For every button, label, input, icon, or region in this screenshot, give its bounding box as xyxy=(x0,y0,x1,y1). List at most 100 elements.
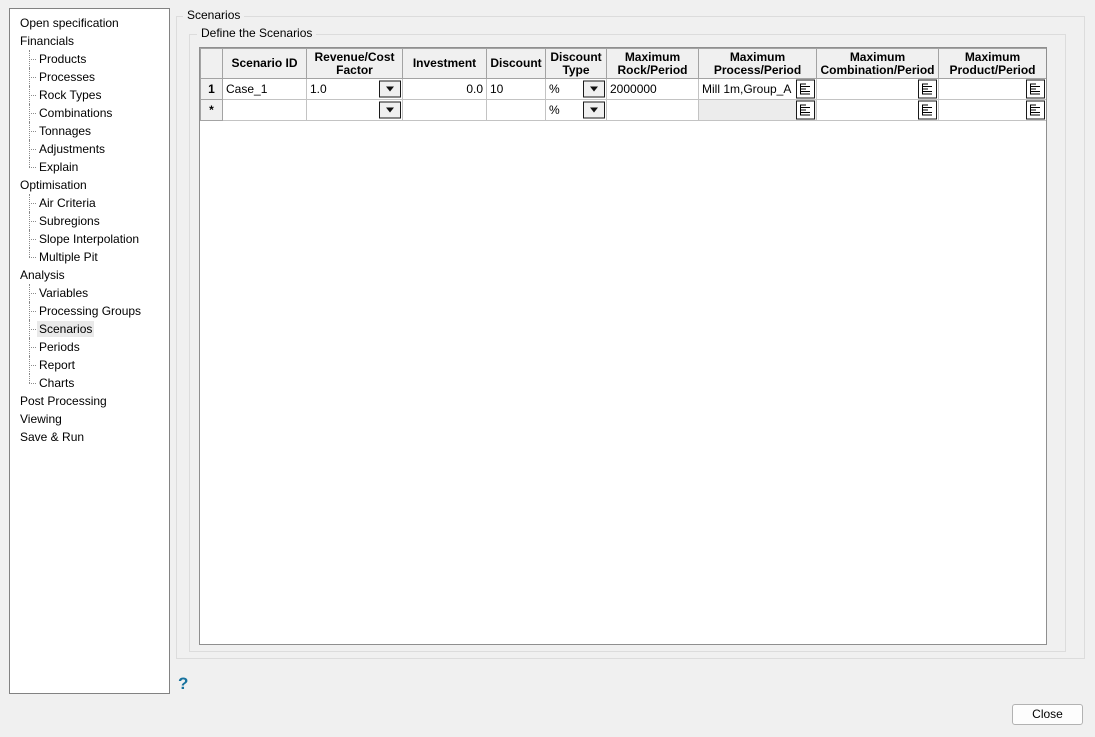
text-lines-icon xyxy=(800,104,810,116)
tree-item-label: Processes xyxy=(39,70,96,84)
cell-discount-type[interactable]: % xyxy=(545,78,607,100)
col-header-discount[interactable]: Discount xyxy=(486,48,546,79)
tree-item-label: Multiple Pit xyxy=(39,250,98,264)
col-header-discount-type[interactable]: Discount Type xyxy=(545,48,607,79)
tree-item-explain[interactable]: Explain xyxy=(10,158,169,176)
dropdown-button[interactable] xyxy=(379,80,401,98)
text-lines-icon xyxy=(800,83,810,95)
tree-item-rock-types[interactable]: Rock Types xyxy=(10,86,169,104)
cell-revenue-cost-factor[interactable] xyxy=(306,99,403,121)
cell-maximum-rock-period[interactable]: 2000000 xyxy=(606,78,699,100)
tree-item-open-specification[interactable]: Open specification xyxy=(10,14,169,32)
tree-item-label: Slope Interpolation xyxy=(39,232,140,246)
tree-item-combinations[interactable]: Combinations xyxy=(10,104,169,122)
cell-investment[interactable]: 0.0 xyxy=(402,78,487,100)
col-header-maximum-process-period[interactable]: Maximum Process/Period xyxy=(698,48,817,79)
col-header-investment[interactable]: Investment xyxy=(402,48,487,79)
header-row: Scenario ID Revenue/Cost Factor Investme… xyxy=(200,48,1046,79)
tree-item-viewing[interactable]: Viewing xyxy=(10,410,169,428)
scenarios-table: Scenario ID Revenue/Cost Factor Investme… xyxy=(200,48,1046,121)
tree-item-label: Adjustments xyxy=(39,142,106,156)
tree-item-label: Open specification xyxy=(20,16,119,30)
cell-editor-button[interactable] xyxy=(918,79,937,99)
cell-maximum-process-period[interactable] xyxy=(698,99,817,121)
cell-editor-button[interactable] xyxy=(1026,100,1045,120)
tree-item-label: Air Criteria xyxy=(39,196,96,210)
tree-item-label: Subregions xyxy=(39,214,100,228)
cell-editor-button[interactable] xyxy=(796,79,815,99)
table-row-1: 1 Case_1 1.0 0.0 10 % 2000000 Mill 1m,Gr… xyxy=(200,78,1046,100)
chevron-down-icon xyxy=(386,107,394,113)
tree-item-processes[interactable]: Processes xyxy=(10,68,169,86)
cell-maximum-rock-period[interactable] xyxy=(606,99,699,121)
tree-item-processing-groups[interactable]: Processing Groups xyxy=(10,302,169,320)
tree-item-label: Analysis xyxy=(20,268,65,282)
tree-item-label: Report xyxy=(39,358,76,372)
tree-item-charts[interactable]: Charts xyxy=(10,374,169,392)
cell-maximum-product-period[interactable] xyxy=(938,99,1046,121)
row-header-1[interactable]: 1 xyxy=(200,78,223,100)
table-new-row: * % xyxy=(200,99,1046,121)
scenarios-groupbox: Scenarios Define the Scenarios Scenario … xyxy=(176,8,1085,659)
text-lines-icon xyxy=(922,104,932,116)
tree-item-air-criteria[interactable]: Air Criteria xyxy=(10,194,169,212)
cell-editor-button[interactable] xyxy=(1026,79,1045,99)
tree-item-tonnages[interactable]: Tonnages xyxy=(10,122,169,140)
cell-value: % xyxy=(549,103,560,117)
scenarios-groupbox-label: Scenarios xyxy=(183,8,245,23)
scenarios-grid-panel: Scenario ID Revenue/Cost Factor Investme… xyxy=(199,47,1047,645)
col-header-scenario-id[interactable]: Scenario ID xyxy=(222,48,307,79)
col-header-maximum-combination-period[interactable]: Maximum Combination/Period xyxy=(816,48,939,79)
tree-item-scenarios[interactable]: Scenarios xyxy=(10,320,169,338)
cell-maximum-process-period[interactable]: Mill 1m,Group_A xyxy=(698,78,817,100)
tree-item-slope-interpolation[interactable]: Slope Interpolation xyxy=(10,230,169,248)
tree-item-report[interactable]: Report xyxy=(10,356,169,374)
cell-discount[interactable]: 10 xyxy=(486,78,546,100)
tree-item-label: Periods xyxy=(39,340,80,354)
tree-item-label: Optimisation xyxy=(20,178,87,192)
dropdown-button[interactable] xyxy=(583,80,605,98)
tree-item-label: Tonnages xyxy=(39,124,92,138)
tree-item-post-processing[interactable]: Post Processing xyxy=(10,392,169,410)
help-icon[interactable]: ? xyxy=(178,674,188,694)
cell-discount-type[interactable]: % xyxy=(545,99,607,121)
tree-item-label: Post Processing xyxy=(20,394,107,408)
cell-scenario-id[interactable]: Case_1 xyxy=(222,78,307,100)
row-header-new[interactable]: * xyxy=(200,99,223,121)
cell-discount[interactable] xyxy=(486,99,546,121)
tree-item-products[interactable]: Products xyxy=(10,50,169,68)
tree-item-periods[interactable]: Periods xyxy=(10,338,169,356)
cell-maximum-product-period[interactable] xyxy=(938,78,1046,100)
cell-editor-button[interactable] xyxy=(796,100,815,120)
cell-value: % xyxy=(549,82,560,96)
cell-investment[interactable] xyxy=(402,99,487,121)
tree-item-optimisation[interactable]: Optimisation xyxy=(10,176,169,194)
text-lines-icon xyxy=(1030,104,1040,116)
cell-editor-button[interactable] xyxy=(918,100,937,120)
col-header-maximum-rock-period[interactable]: Maximum Rock/Period xyxy=(606,48,699,79)
tree-item-label: Viewing xyxy=(20,412,62,426)
chevron-down-icon xyxy=(590,86,598,92)
corner-header-cell xyxy=(200,48,223,79)
dropdown-button[interactable] xyxy=(379,101,401,119)
cell-scenario-id[interactable] xyxy=(222,99,307,121)
tree-item-label: Processing Groups xyxy=(39,304,142,318)
dropdown-button[interactable] xyxy=(583,101,605,119)
cell-revenue-cost-factor[interactable]: 1.0 xyxy=(306,78,403,100)
tree-item-label: Variables xyxy=(39,286,89,300)
close-button[interactable]: Close xyxy=(1012,704,1083,725)
tree-item-financials[interactable]: Financials xyxy=(10,32,169,50)
tree-item-subregions[interactable]: Subregions xyxy=(10,212,169,230)
tree-item-variables[interactable]: Variables xyxy=(10,284,169,302)
cell-maximum-combination-period[interactable] xyxy=(816,99,939,121)
col-header-maximum-product-period[interactable]: Maximum Product/Period xyxy=(938,48,1046,79)
cell-maximum-combination-period[interactable] xyxy=(816,78,939,100)
tree-item-save-and-run[interactable]: Save & Run xyxy=(10,428,169,446)
tree-item-adjustments[interactable]: Adjustments xyxy=(10,140,169,158)
col-header-revenue-cost-factor[interactable]: Revenue/Cost Factor xyxy=(306,48,403,79)
tree-item-multiple-pit[interactable]: Multiple Pit xyxy=(10,248,169,266)
tree-item-label: Products xyxy=(39,52,87,66)
tree-item-analysis[interactable]: Analysis xyxy=(10,266,169,284)
tree-item-label: Save & Run xyxy=(20,430,85,444)
cell-value: 1.0 xyxy=(310,82,327,96)
